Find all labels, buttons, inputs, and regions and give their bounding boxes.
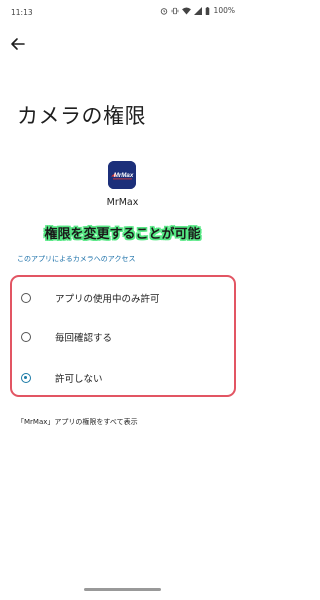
svg-text:MrMax: MrMax (114, 172, 134, 179)
option-allow-while-using[interactable]: アプリの使用中のみ許可 (12, 280, 234, 316)
app-icon: MrMax (108, 161, 136, 189)
annotation-caption: 権限を変更することが可能 (44, 227, 201, 242)
radio-button[interactable] (21, 293, 31, 303)
signal-icon (193, 6, 202, 15)
permission-options-group: アプリの使用中のみ許可 毎回確認する 許可しない (10, 275, 236, 397)
wifi-icon (181, 6, 191, 15)
back-arrow-icon (11, 38, 25, 50)
battery-icon (205, 6, 209, 15)
section-label: このアプリによるカメラへのアクセス (17, 255, 136, 263)
mrmax-logo-icon: MrMax (108, 161, 136, 189)
status-icons: 100% (160, 6, 235, 15)
option-label: 毎回確認する (55, 333, 113, 344)
option-label: 許可しない (55, 374, 103, 385)
radio-button-selected[interactable] (21, 373, 31, 383)
app-name: MrMax (106, 197, 139, 208)
option-dont-allow[interactable]: 許可しない (12, 360, 234, 396)
option-ask-every-time[interactable]: 毎回確認する (12, 319, 234, 355)
page-title: カメラの権限 (17, 104, 146, 128)
back-button[interactable] (9, 36, 27, 52)
battery-percent: 100% (213, 6, 235, 15)
alarm-icon (160, 7, 167, 15)
vibrate-icon (171, 7, 178, 14)
gesture-nav-handle[interactable] (84, 588, 161, 591)
radio-button[interactable] (21, 332, 31, 342)
option-label: アプリの使用中のみ許可 (55, 294, 160, 305)
status-time: 11:13 (11, 8, 33, 17)
status-bar: 11:13 100% (0, 0, 245, 22)
see-all-permissions-link[interactable]: 「MrMax」アプリの権限をすべて表示 (17, 417, 138, 427)
